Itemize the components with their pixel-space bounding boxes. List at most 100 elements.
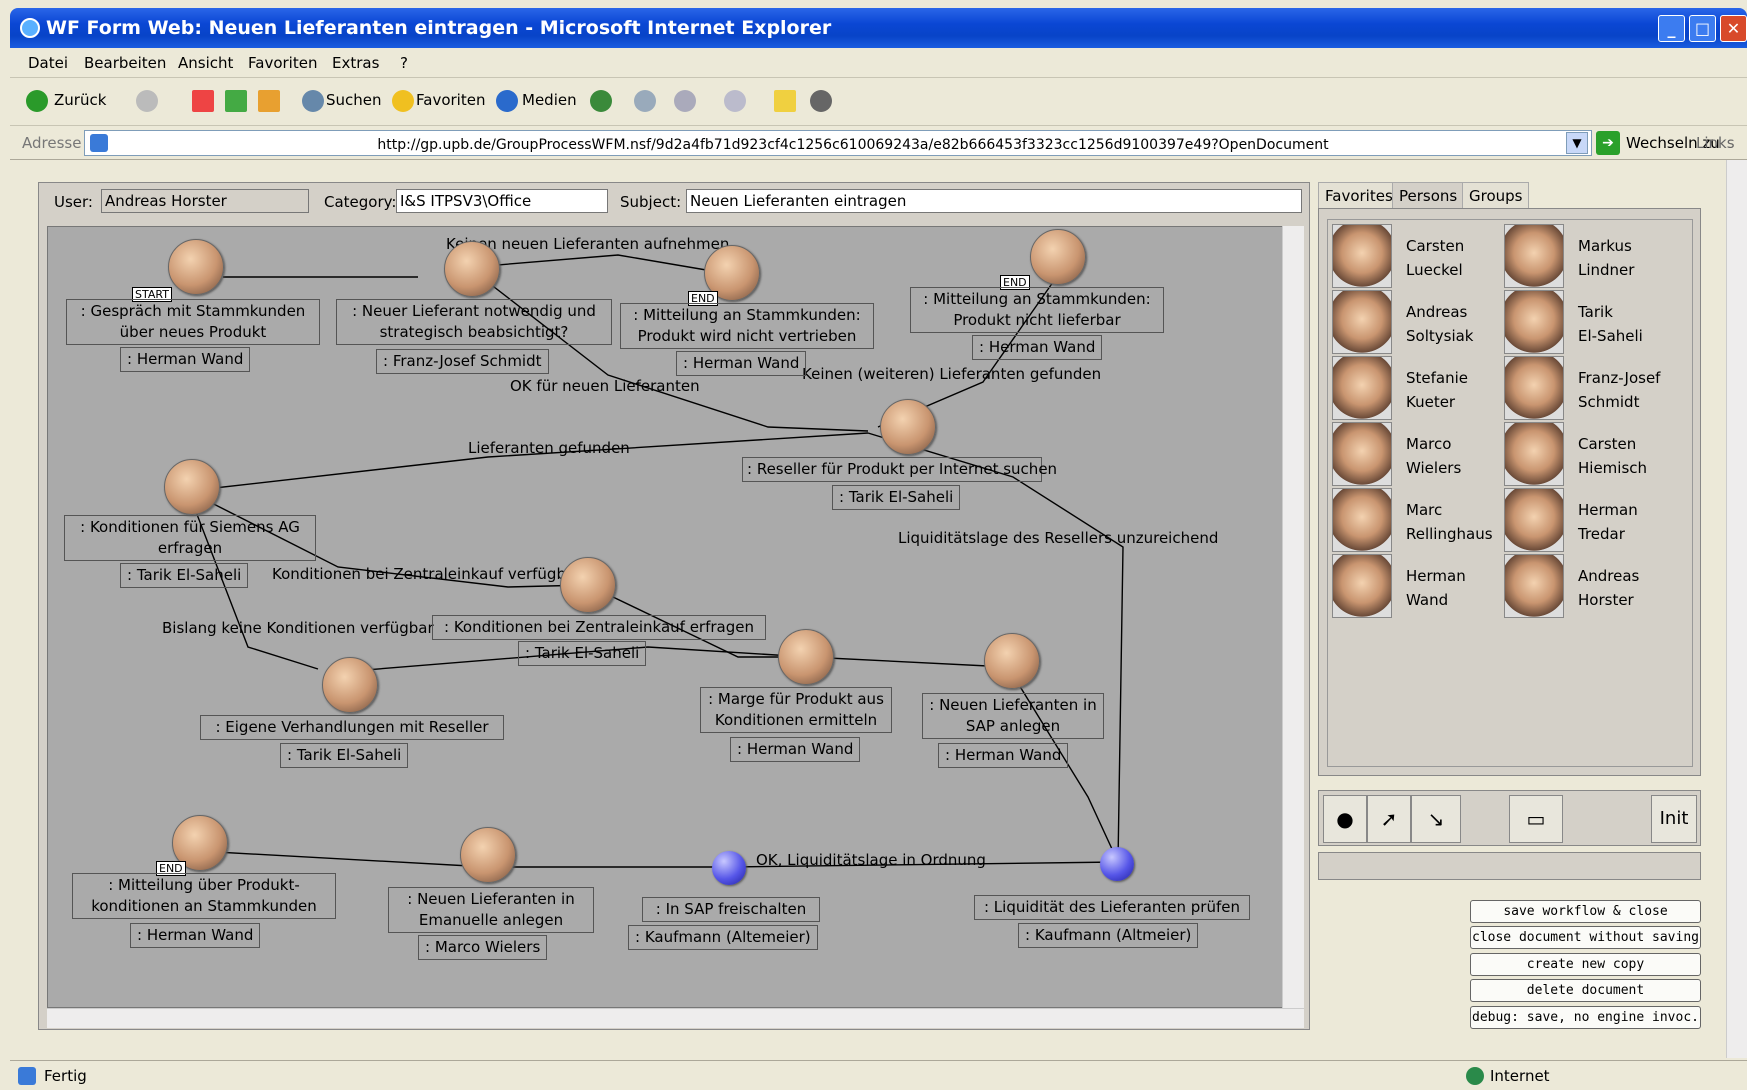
role-label[interactable]: : Herman Wand (676, 351, 807, 376)
role-label[interactable]: : Herman Wand (972, 335, 1103, 360)
page-scrollbar[interactable] (1726, 160, 1747, 1058)
subject-field[interactable]: Neuen Lieferanten eintragen (686, 189, 1302, 213)
person-item[interactable]: Andreas Horster (1504, 554, 1676, 618)
task-label[interactable]: : Neuen Lieferanten in Emanuelle anlegen (388, 887, 594, 933)
edit-icon[interactable] (724, 90, 746, 112)
node-tool-icon[interactable]: ● (1323, 795, 1367, 843)
task-label[interactable]: : Neuen Lieferanten in SAP anlegen (922, 693, 1104, 739)
task-label[interactable]: : Gespräch mit Stammkunden über neues Pr… (66, 299, 320, 345)
role-label[interactable]: : Tarik El-Saheli (120, 563, 249, 588)
menu-extras[interactable]: Extras (332, 54, 379, 72)
person-item[interactable]: Markus Lindner (1504, 224, 1676, 288)
task-node[interactable] (880, 399, 936, 455)
task-label[interactable]: : Eigene Verhandlungen mit Reseller (200, 715, 504, 740)
task-label[interactable]: : Konditionen für Siemens AG erfragen (64, 515, 316, 561)
task-label[interactable]: : Mitteilung an Stammkunden: Produkt wir… (620, 303, 874, 349)
debug-save-button[interactable]: debug: save, no engine invoc. (1470, 1006, 1701, 1029)
search-icon[interactable] (302, 90, 324, 112)
delete-document-button[interactable]: delete document (1470, 979, 1701, 1002)
person-item[interactable]: Marco Wielers (1332, 422, 1504, 486)
person-item[interactable]: Stefanie Kueter (1332, 356, 1504, 420)
person-item[interactable]: Herman Wand (1332, 554, 1504, 618)
media-button[interactable]: Medien (522, 91, 577, 109)
task-label[interactable]: : Mitteilung über Produkt-konditionen an… (72, 873, 336, 919)
role-label[interactable]: : Herman Wand (120, 347, 251, 372)
task-node[interactable] (984, 633, 1040, 689)
history-icon[interactable] (590, 90, 612, 112)
back-button[interactable]: Zurück (54, 91, 106, 109)
stop-icon[interactable] (192, 90, 214, 112)
menu-datei[interactable]: Datei (28, 54, 68, 72)
automatic-task-node[interactable] (712, 851, 746, 885)
task-node[interactable] (560, 557, 616, 613)
tab-favorites[interactable]: Favorites (1318, 182, 1400, 208)
back-arrow-icon[interactable] (26, 90, 48, 112)
pointer-tool-icon[interactable]: ➚ (1367, 795, 1411, 843)
media-icon[interactable] (496, 90, 518, 112)
edge-tool-icon[interactable]: ↘ (1411, 795, 1461, 843)
role-label[interactable]: : Kaufmann (Altmeier) (1018, 923, 1199, 948)
close-without-saving-button[interactable]: close document without saving (1470, 926, 1701, 949)
person-item[interactable]: Marc Rellinghaus (1332, 488, 1504, 552)
menu-ansicht[interactable]: Ansicht (178, 54, 233, 72)
role-label[interactable]: : Herman Wand (730, 737, 861, 762)
role-label[interactable]: : Kaufmann (Altemeier) (628, 925, 818, 950)
workflow-diagram[interactable]: Keinen neuen Lieferanten aufnehmen OK fü… (47, 226, 1287, 1008)
menu-help[interactable]: ? (400, 54, 408, 72)
task-node[interactable] (460, 827, 516, 883)
address-dropdown-icon[interactable]: ▼ (1566, 132, 1588, 154)
research-icon[interactable] (810, 90, 832, 112)
diagram-vscrollbar[interactable] (1282, 226, 1304, 1008)
role-label[interactable]: : Marco Wielers (418, 935, 548, 960)
forward-arrow-icon[interactable] (136, 90, 158, 112)
task-node[interactable] (322, 657, 378, 713)
category-field[interactable]: I&S ITPSV3\Office (396, 189, 608, 213)
person-item[interactable]: Herman Tredar (1504, 488, 1676, 552)
role-label[interactable]: : Herman Wand (130, 923, 261, 948)
user-field[interactable]: Andreas Horster (101, 189, 309, 213)
init-button[interactable]: Init (1651, 795, 1697, 843)
task-label[interactable]: : Marge für Produkt aus Konditionen ermi… (700, 687, 892, 733)
save-close-button[interactable]: save workflow & close document (1470, 900, 1701, 940)
task-node[interactable] (778, 629, 834, 685)
search-button[interactable]: Suchen (326, 91, 382, 109)
messenger-icon[interactable] (774, 90, 796, 112)
role-label[interactable]: : Tarik El-Saheli (832, 485, 961, 510)
task-label[interactable]: : Mitteilung an Stammkunden: Produkt nic… (910, 287, 1164, 333)
role-label[interactable]: : Franz-Josef Schmidt (376, 349, 549, 374)
role-label[interactable]: : Tarik El-Saheli (280, 743, 409, 768)
minimize-icon[interactable]: _ (1658, 15, 1685, 42)
task-label[interactable]: : Neuer Lieferant notwendig und strategi… (336, 299, 612, 345)
task-label[interactable]: : In SAP freischalten (642, 897, 820, 922)
menu-bearbeiten[interactable]: Bearbeiten (84, 54, 166, 72)
person-item[interactable]: Carsten Lueckel (1332, 224, 1504, 288)
go-arrow-icon[interactable]: ➔ (1596, 131, 1620, 155)
close-icon[interactable]: ✕ (1720, 15, 1747, 42)
menu-favoriten[interactable]: Favoriten (248, 54, 317, 72)
tab-persons[interactable]: Persons (1392, 182, 1465, 208)
book-icon[interactable]: ▭ (1509, 795, 1563, 843)
favorites-star-icon[interactable] (392, 90, 414, 112)
mail-icon[interactable] (634, 90, 656, 112)
home-icon[interactable] (258, 90, 280, 112)
task-label[interactable]: : Liquidität des Lieferanten prüfen (974, 895, 1250, 920)
person-item[interactable]: Franz-Josef Schmidt (1504, 356, 1676, 420)
maximize-icon[interactable]: □ (1689, 15, 1716, 42)
person-item[interactable]: Carsten Hiemisch (1504, 422, 1676, 486)
automatic-task-node[interactable] (1100, 847, 1134, 881)
refresh-icon[interactable] (225, 90, 247, 112)
task-label[interactable]: : Reseller für Produkt per Internet such… (742, 457, 1057, 482)
favorites-button[interactable]: Favoriten (416, 91, 485, 109)
task-node[interactable] (1030, 229, 1086, 285)
task-label[interactable]: : Konditionen bei Zentraleinkauf erfrage… (432, 615, 766, 640)
links-button[interactable]: Links (1696, 134, 1735, 152)
address-input[interactable]: http://gp.upb.de/GroupProcessWFM.nsf/9d2… (84, 130, 1592, 156)
tab-groups[interactable]: Groups (1462, 182, 1530, 208)
person-item[interactable]: Andreas Soltysiak (1332, 290, 1504, 354)
diagram-hscrollbar[interactable] (47, 1008, 1304, 1028)
task-node[interactable] (168, 239, 224, 295)
role-label[interactable]: : Herman Wand (938, 743, 1069, 768)
task-node[interactable] (444, 241, 500, 297)
person-item[interactable]: Tarik El-Saheli (1504, 290, 1676, 354)
role-label[interactable]: : Tarik El-Saheli (518, 641, 647, 666)
